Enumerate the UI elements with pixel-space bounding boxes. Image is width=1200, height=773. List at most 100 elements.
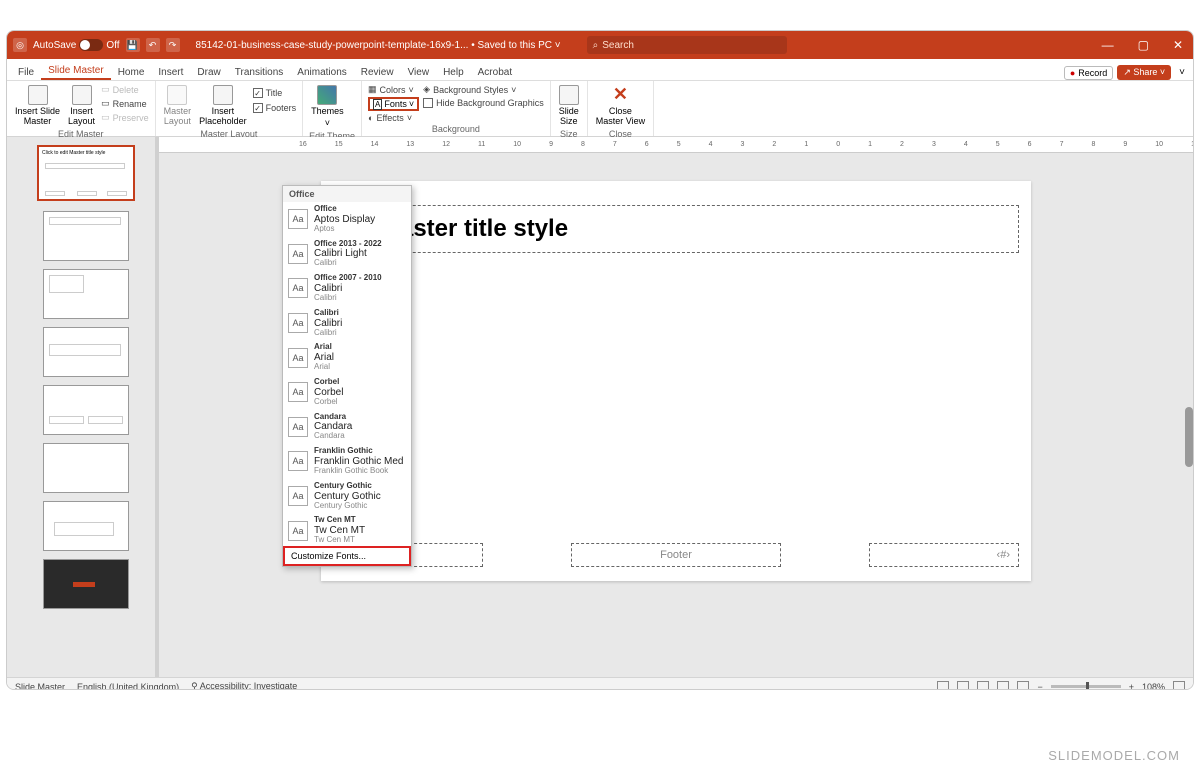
- rename-button[interactable]: ▭ Rename: [101, 97, 149, 110]
- insert-placeholder-button[interactable]: Insert Placeholder: [197, 83, 249, 129]
- tab-transitions[interactable]: Transitions: [228, 65, 291, 80]
- preserve-button: ▭ Preserve: [101, 111, 149, 124]
- delete-button: ▭ Delete: [101, 83, 149, 96]
- tab-draw[interactable]: Draw: [190, 65, 227, 80]
- close-icon[interactable]: ✕: [1169, 38, 1187, 52]
- tab-animations[interactable]: Animations: [290, 65, 353, 80]
- effects-button[interactable]: ◐ Effects ˅: [368, 112, 419, 124]
- minimize-icon[interactable]: —: [1098, 38, 1118, 52]
- collapse-ribbon-icon[interactable]: ˅: [1175, 67, 1189, 78]
- layout-thumbnail[interactable]: [43, 211, 129, 261]
- status-bar: Slide Master English (United Kingdom) ⚲ …: [7, 677, 1193, 690]
- font-theme-item[interactable]: AaTw Cen MTTw Cen MTTw Cen MT: [283, 513, 411, 546]
- autosave-toggle[interactable]: AutoSave Off: [33, 39, 120, 51]
- font-preview-icon: Aa: [288, 521, 308, 541]
- sorter-view-icon[interactable]: [977, 681, 989, 691]
- zoom-level[interactable]: 108%: [1142, 682, 1165, 691]
- font-theme-item[interactable]: AaCandaraCandaraCandara: [283, 410, 411, 445]
- reading-view-icon[interactable]: [997, 681, 1009, 691]
- font-theme-item[interactable]: AaOffice 2013 - 2022Calibri LightCalibri: [283, 237, 411, 272]
- background-styles-button[interactable]: ◈ Background Styles ˅: [423, 83, 544, 96]
- tab-home[interactable]: Home: [111, 65, 152, 80]
- zoom-slider[interactable]: [1051, 685, 1121, 688]
- font-theme-item[interactable]: AaOfficeAptos DisplayAptos: [283, 202, 411, 237]
- status-language[interactable]: English (United Kingdom): [77, 682, 179, 691]
- font-preview-icon: Aa: [288, 348, 308, 368]
- app-icon: ◎: [13, 38, 27, 52]
- footers-checkbox[interactable]: ✓Footers: [253, 102, 297, 114]
- title-checkbox[interactable]: ✓Title: [253, 87, 297, 99]
- watermark: SLIDEMODEL.COM: [1048, 748, 1180, 763]
- fonts-header: Office: [283, 186, 411, 202]
- font-theme-item[interactable]: AaOffice 2007 - 2010CalibriCalibri: [283, 271, 411, 306]
- fonts-button[interactable]: AFonts ˅: [368, 97, 419, 111]
- customize-fonts-button[interactable]: Customize Fonts...: [283, 546, 411, 566]
- close-master-button[interactable]: ✕Close Master View: [594, 83, 647, 129]
- search-icon: ⌕: [593, 40, 599, 51]
- slide-size-button[interactable]: Slide Size: [557, 83, 581, 129]
- redo-icon[interactable]: ↷: [166, 38, 180, 52]
- layout-thumbnail[interactable]: [43, 559, 129, 609]
- ribbon-tabs: File Slide Master Home Insert Draw Trans…: [7, 59, 1193, 81]
- font-theme-item[interactable]: AaFranklin GothicFranklin Gothic MedFran…: [283, 444, 411, 479]
- tab-acrobat[interactable]: Acrobat: [471, 65, 519, 80]
- thumbnail-pane[interactable]: Click to edit Master title style: [7, 137, 155, 677]
- share-button[interactable]: ↗ Share ˅: [1117, 65, 1171, 80]
- save-icon[interactable]: 💾: [126, 38, 140, 52]
- fit-window-icon[interactable]: [1173, 681, 1185, 691]
- search-box[interactable]: ⌕ Search: [587, 36, 787, 54]
- tab-review[interactable]: Review: [354, 65, 401, 80]
- font-theme-item[interactable]: AaArialArialArial: [283, 340, 411, 375]
- tab-file[interactable]: File: [11, 65, 41, 80]
- layout-thumbnail[interactable]: [43, 501, 129, 551]
- font-preview-icon: Aa: [288, 382, 308, 402]
- slidenum-placeholder[interactable]: ‹#›: [869, 543, 1019, 567]
- font-preview-icon: Aa: [288, 278, 308, 298]
- zoom-in-icon[interactable]: +: [1129, 682, 1134, 691]
- tab-view[interactable]: View: [401, 65, 437, 80]
- record-button[interactable]: ●Record: [1064, 66, 1113, 80]
- font-theme-item[interactable]: AaCorbelCorbelCorbel: [283, 375, 411, 410]
- font-preview-icon: Aa: [288, 486, 308, 506]
- horizontal-ruler: 1615141312111098765432101234567891011121…: [159, 137, 1193, 153]
- fonts-dropdown: Office AaOfficeAptos DisplayAptosAaOffic…: [282, 185, 412, 567]
- master-thumbnail[interactable]: Click to edit Master title style: [37, 145, 135, 201]
- font-preview-icon: Aa: [288, 313, 308, 333]
- file-name[interactable]: 85142-01-business-case-study-powerpoint-…: [196, 40, 561, 51]
- font-preview-icon: Aa: [288, 417, 308, 437]
- master-layout-button: Master Layout: [162, 83, 194, 129]
- font-theme-item[interactable]: AaCalibriCalibriCalibri: [283, 306, 411, 341]
- undo-icon[interactable]: ↶: [146, 38, 160, 52]
- font-preview-icon: Aa: [288, 209, 308, 229]
- group-background: Background: [368, 124, 544, 136]
- hide-bg-checkbox[interactable]: Hide Background Graphics: [423, 97, 544, 109]
- font-preview-icon: Aa: [288, 244, 308, 264]
- vertical-scrollbar[interactable]: [1185, 407, 1193, 467]
- zoom-out-icon[interactable]: −: [1037, 682, 1042, 691]
- status-view: Slide Master: [15, 682, 65, 691]
- layout-thumbnail[interactable]: [43, 385, 129, 435]
- insert-layout-button[interactable]: Insert Layout: [66, 83, 97, 129]
- ribbon: Insert Slide Master Insert Layout ▭ Dele…: [7, 81, 1193, 137]
- title-bar: ◎ AutoSave Off 💾 ↶ ↷ 85142-01-business-c…: [7, 31, 1193, 59]
- normal-view-icon[interactable]: [957, 681, 969, 691]
- insert-slide-master-button[interactable]: Insert Slide Master: [13, 83, 62, 129]
- layout-thumbnail[interactable]: [43, 327, 129, 377]
- footer-placeholder[interactable]: Footer: [571, 543, 781, 567]
- slideshow-icon[interactable]: [1017, 681, 1029, 691]
- title-placeholder[interactable]: dit Master title style: [333, 205, 1019, 253]
- tab-slide-master[interactable]: Slide Master: [41, 63, 111, 80]
- tab-help[interactable]: Help: [436, 65, 471, 80]
- status-accessibility[interactable]: ⚲ Accessibility: Investigate: [191, 681, 297, 690]
- font-theme-item[interactable]: AaCentury GothicCentury GothicCentury Go…: [283, 479, 411, 514]
- layout-thumbnail[interactable]: [43, 443, 129, 493]
- themes-button[interactable]: Themes˅: [309, 83, 346, 131]
- slide-canvas[interactable]: dit Master title style 8/13/2024 Footer …: [321, 181, 1031, 581]
- maximize-icon[interactable]: ▢: [1134, 38, 1153, 52]
- font-preview-icon: Aa: [288, 451, 308, 471]
- tab-insert[interactable]: Insert: [151, 65, 190, 80]
- colors-button[interactable]: ▦ Colors ˅: [368, 83, 419, 96]
- layout-thumbnail[interactable]: [43, 269, 129, 319]
- notes-icon[interactable]: [937, 681, 949, 691]
- work-area: Click to edit Master title style 1615141…: [7, 137, 1193, 677]
